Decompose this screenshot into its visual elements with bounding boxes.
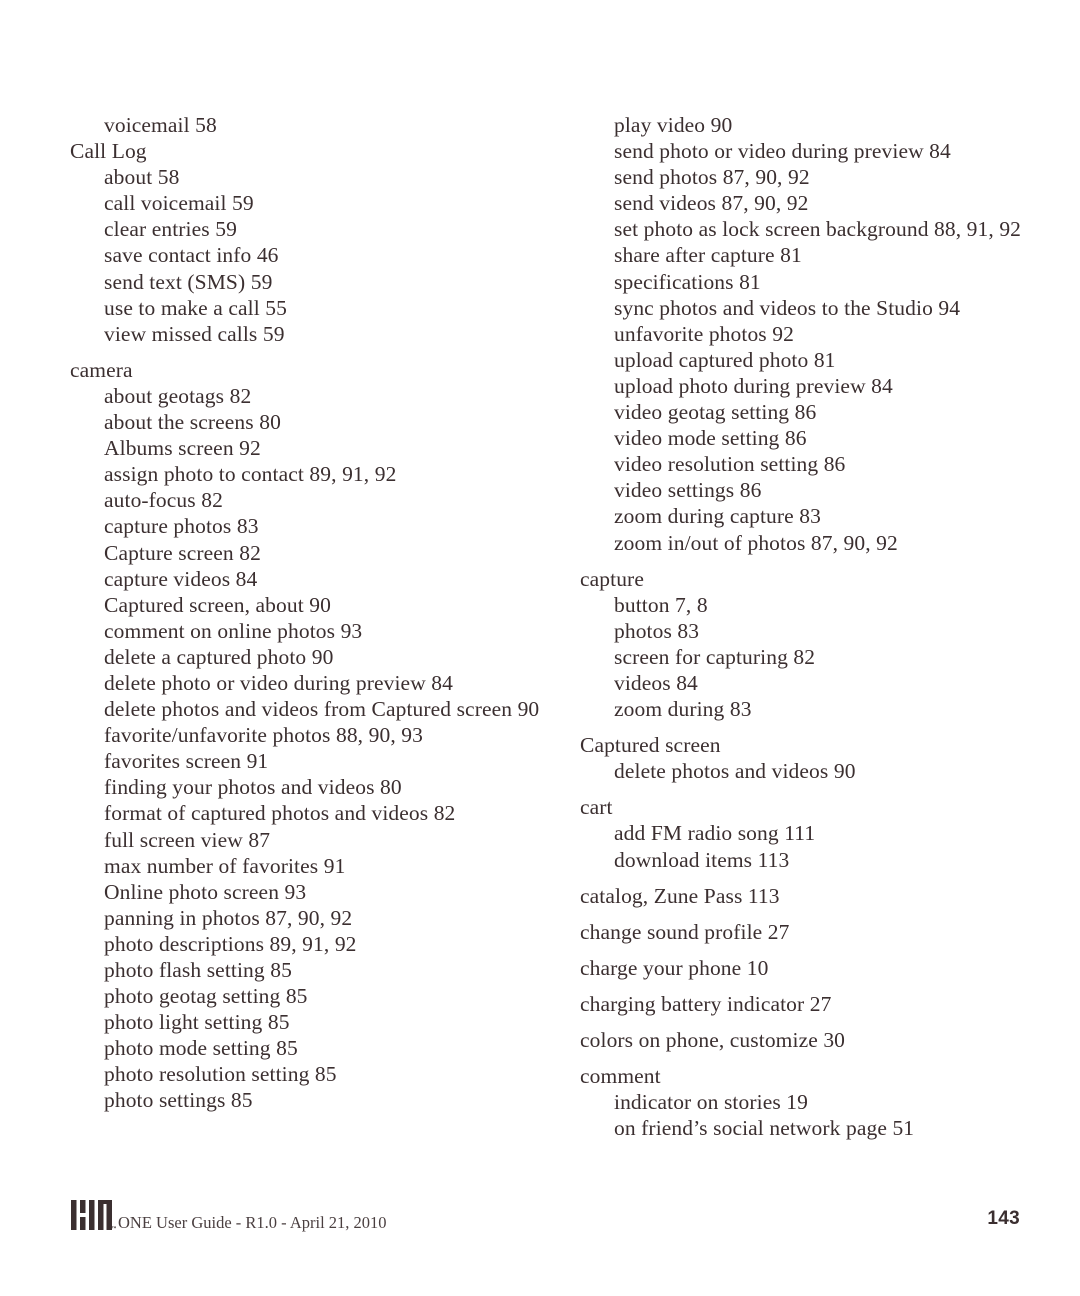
index-subentry: full screen view 87 xyxy=(104,827,271,852)
index-subentry: comment on online photos 93 xyxy=(104,618,363,643)
footer-guide-text: ONE User Guide - R1.0 - April 21, 2010 xyxy=(118,1212,387,1232)
index-subentry: play video 90 xyxy=(614,113,733,137)
index-subentry: photos 83 xyxy=(614,618,700,643)
index-subentry: view missed calls 59 xyxy=(104,321,285,346)
index-heading: capture xyxy=(580,566,644,591)
index-subentry: unfavorite photos 92 xyxy=(614,321,794,346)
index-heading: camera xyxy=(70,357,133,382)
index-subentry: delete a captured photo 90 xyxy=(104,644,334,669)
index-subentry: voicemail 58 xyxy=(104,113,217,137)
index-subentry: auto-focus 82 xyxy=(104,488,223,513)
index-subentry: upload captured photo 81 xyxy=(614,347,836,372)
index-heading: comment xyxy=(580,1064,661,1089)
index-subentry: share after capture 81 xyxy=(614,243,802,268)
index-subentry: about 58 xyxy=(104,165,180,190)
index-subentry: panning in photos 87, 90, 92 xyxy=(104,905,353,930)
index-subentry: delete photo or video during preview 84 xyxy=(104,670,454,695)
index-heading: change sound profile 27 xyxy=(580,919,790,944)
index-subentry: on friend’s social network page 51 xyxy=(614,1116,915,1141)
index-subentry: photo geotag setting 85 xyxy=(104,984,308,1009)
index-subentry: video geotag setting 86 xyxy=(614,400,817,425)
index-subentry: photo light setting 85 xyxy=(104,1010,290,1035)
index-subentry: zoom during 83 xyxy=(614,697,752,722)
index-subentry: assign photo to contact 89, 91, 92 xyxy=(104,462,397,487)
index-subentry: specifications 81 xyxy=(614,269,761,294)
index-subentry: photo flash setting 85 xyxy=(104,958,292,982)
index-subentry: indicator on stories 19 xyxy=(614,1090,808,1115)
index-subentry: save contact info 46 xyxy=(104,243,279,268)
index-subentry: screen for capturing 82 xyxy=(614,644,816,669)
index-subentry: capture videos 84 xyxy=(104,566,258,591)
index-subentry: delete photos and videos 90 xyxy=(614,759,856,784)
index-subentry: photo mode setting 85 xyxy=(104,1036,298,1061)
index-column-left: voicemail 58 Call Log about 58 call voicema… xyxy=(70,112,540,1141)
index-page: voicemail 58 Call Log about 58 call voicema… xyxy=(0,0,1080,1296)
index-subentry: download items 113 xyxy=(614,847,790,872)
index-heading: Captured screen xyxy=(580,733,721,758)
index-subentry: set photo as lock screen background 88, … xyxy=(614,217,1022,242)
index-subentry: Albums screen 92 xyxy=(104,436,261,461)
svg-text:™: ™ xyxy=(111,1226,116,1233)
index-heading: Call Log xyxy=(70,139,147,164)
index-column-right: play video 90 send photo or video during … xyxy=(580,112,1050,1141)
index-subentry: zoom during capture 83 xyxy=(614,504,821,529)
index-heading: charge your phone 10 xyxy=(580,955,769,980)
index-subentry: about the screens 80 xyxy=(104,410,281,435)
index-subentry: send photos 87, 90, 92 xyxy=(614,165,810,190)
footer-brand: ™ ONE User Guide - R1.0 - April 21, 2010 xyxy=(70,1198,387,1234)
index-subentry: Online photo screen 93 xyxy=(104,879,307,904)
index-heading: colors on phone, customize 30 xyxy=(580,1028,846,1052)
index-subentry: Captured screen, about 90 xyxy=(104,592,331,617)
index-subentry: add FM radio song 111 xyxy=(614,821,816,846)
index-subentry: video mode setting 86 xyxy=(614,426,807,451)
index-subentry: about geotags 82 xyxy=(104,383,252,408)
index-subentry: photo settings 85 xyxy=(104,1088,253,1113)
index-heading: cart xyxy=(580,795,613,820)
index-subentry: sync photos and videos to the Studio 94 xyxy=(614,295,961,320)
index-subentry: capture photos 83 xyxy=(104,514,259,539)
index-subentry: button 7, 8 xyxy=(614,592,708,617)
index-subentry: photo descriptions 89, 91, 92 xyxy=(104,931,357,956)
index-heading: catalog, Zune Pass 113 xyxy=(580,883,780,908)
index-subentry: send text (SMS) 59 xyxy=(104,269,273,294)
index-subentry: Capture screen 82 xyxy=(104,540,261,565)
index-subentry: zoom in/out of photos 87, 90, 92 xyxy=(614,530,898,555)
index-subentry: max number of favorites 91 xyxy=(104,853,346,878)
index-subentry: send videos 87, 90, 92 xyxy=(614,191,809,216)
index-subentry: video settings 86 xyxy=(614,478,762,503)
index-subentry: use to make a call 55 xyxy=(104,295,287,320)
index-subentry: favorite/unfavorite photos 88, 90, 93 xyxy=(104,723,423,748)
index-heading: charging battery indicator 27 xyxy=(580,991,832,1016)
index-subentry: favorites screen 91 xyxy=(104,749,269,774)
index-subentry: clear entries 59 xyxy=(104,217,237,242)
index-columns: voicemail 58 Call Log about 58 call voicema… xyxy=(0,112,1080,1141)
kin-logo-icon: ™ xyxy=(71,1200,116,1233)
index-subentry: format of captured photos and videos 82 xyxy=(104,801,456,826)
index-subentry: delete photos and videos from Captured s… xyxy=(104,697,540,722)
index-subentry: finding your photos and videos 80 xyxy=(104,775,402,800)
page-number: 143 xyxy=(987,1208,1020,1229)
page-footer: ™ ONE User Guide - R1.0 - April 21, 2010… xyxy=(70,1188,1020,1234)
index-subentry: call voicemail 59 xyxy=(104,191,254,216)
index-subentry: photo resolution setting 85 xyxy=(104,1062,337,1087)
index-subentry: upload photo during preview 84 xyxy=(614,373,893,398)
index-subentry: videos 84 xyxy=(614,670,698,695)
index-subentry: video resolution setting 86 xyxy=(614,452,846,477)
index-subentry: send photo or video during preview 84 xyxy=(614,139,951,164)
